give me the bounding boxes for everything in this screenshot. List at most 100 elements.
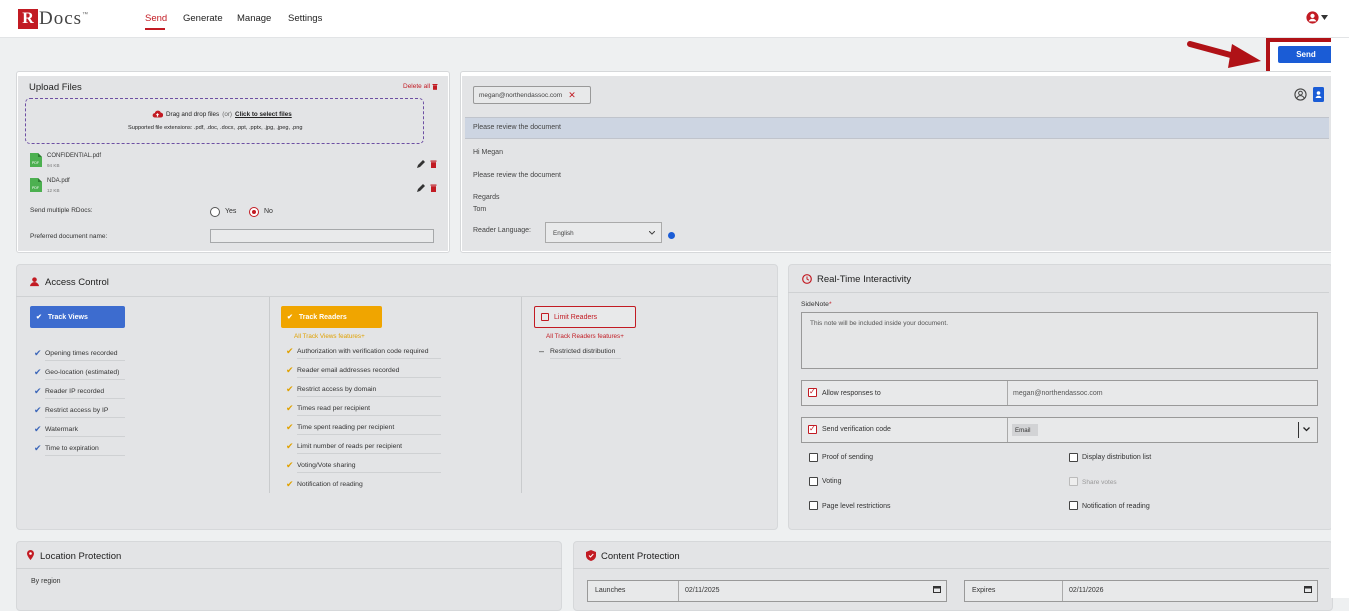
reader-language-select[interactable]: English (545, 222, 662, 243)
select-files-link[interactable]: Click to select files (235, 111, 292, 118)
check-icon: ✔ (286, 479, 294, 489)
check-icon: ✔ (34, 443, 42, 453)
limit-readers-sub: All Track Readers features+ (546, 333, 624, 340)
delete-all-label: Delete all (403, 83, 431, 90)
user-menu-button[interactable] (1306, 11, 1328, 24)
file-size: 12 KB (47, 188, 60, 193)
share-votes-label: Share votes (1082, 479, 1117, 486)
radio-yes[interactable] (210, 207, 220, 217)
logo-tm: ™ (82, 12, 89, 18)
address-book-icon[interactable] (1313, 87, 1324, 102)
expires-date[interactable]: 02/11/2026 (1069, 587, 1104, 594)
reader-language-value: English (553, 230, 574, 237)
nav-manage[interactable]: Manage (237, 13, 271, 24)
allow-responses-email[interactable]: megan@northendassoc.com (1013, 390, 1103, 397)
upload-title: Upload Files (29, 82, 82, 93)
allow-responses-checkbox[interactable]: ✓ (808, 387, 817, 397)
list-item: Authorization with verification code req… (297, 348, 441, 359)
cloud-upload-icon (152, 110, 163, 118)
nav-send[interactable]: Send (145, 13, 167, 24)
caret-down-icon (1321, 15, 1328, 20)
voting-checkbox[interactable] (809, 477, 818, 486)
launches-label: Launches (595, 587, 626, 594)
track-readers-label: Track Readers (298, 313, 347, 321)
nav-settings[interactable]: Settings (288, 13, 322, 24)
expires-label: Expires (972, 587, 996, 594)
check-icon: ✔ (34, 424, 42, 434)
column-divider (521, 297, 522, 493)
delete-file-icon[interactable] (430, 160, 437, 168)
track-readers-sub: All Track Views features+ (294, 333, 365, 340)
sidenote-placeholder: This note will be included inside your d… (810, 320, 949, 327)
edit-pencil-icon[interactable] (417, 160, 425, 168)
radio-no[interactable] (249, 207, 259, 217)
contacts-icon[interactable] (1294, 88, 1307, 101)
subject-field[interactable] (465, 117, 1329, 139)
proof-checkbox[interactable] (809, 453, 818, 462)
check-icon: ✔ (34, 348, 42, 358)
info-icon[interactable] (668, 232, 675, 239)
track-views-button[interactable]: ✔ Track Views (30, 306, 125, 328)
nav-active-underline (145, 28, 165, 30)
display-list-checkbox[interactable] (1069, 453, 1078, 462)
list-item: Restrict access by domain (297, 386, 441, 397)
divider (16, 568, 562, 569)
check-icon: ✔ (286, 403, 294, 413)
launches-date[interactable]: 02/11/2025 (685, 587, 720, 594)
send-multiple-label: Send multiple RDocs: (30, 207, 93, 214)
trash-icon (432, 84, 438, 90)
expires-row (964, 580, 1318, 602)
real-time-title: Real-Time Interactivity (817, 274, 912, 285)
delete-file-icon[interactable] (430, 184, 437, 192)
chevron-down-icon[interactable] (1303, 427, 1310, 432)
limit-readers-button[interactable]: Limit Readers (534, 306, 636, 328)
preferred-name-input[interactable] (210, 229, 434, 243)
calendar-icon[interactable] (933, 585, 941, 593)
recipient-email: megan@northendassoc.com (479, 91, 563, 99)
track-views-label: Track Views (47, 313, 88, 321)
logo-r: R (18, 9, 38, 29)
list-item: Time to expiration (45, 445, 125, 456)
calendar-icon[interactable] (1304, 585, 1312, 593)
limit-readers-label: Limit Readers (554, 313, 598, 321)
body-line: Hi Megan (473, 149, 503, 156)
check-icon: ✔ (286, 365, 294, 375)
edit-pencil-icon[interactable] (417, 184, 425, 192)
delete-all-button[interactable]: Delete all (403, 83, 438, 90)
list-item: Time spent reading per recipient (297, 424, 441, 435)
notification-checkbox[interactable] (1069, 501, 1078, 510)
by-region-label: By region (31, 578, 61, 585)
verification-checkbox[interactable]: ✓ (808, 424, 817, 434)
rdocs-logo[interactable]: R Docs ™ (18, 8, 88, 30)
page-level-checkbox[interactable] (809, 501, 818, 510)
remove-recipient-icon[interactable]: ✕ (568, 90, 576, 101)
list-item: Reader email addresses recorded (297, 367, 441, 378)
verification-method-value[interactable]: Email (1012, 424, 1038, 436)
right-edge-strip (1331, 38, 1349, 598)
list-item: Voting/Vote sharing (297, 462, 441, 473)
location-protection-title: Location Protection (40, 551, 122, 562)
required-asterisk: * (828, 301, 832, 308)
track-readers-button[interactable]: ✔ Track Readers (281, 306, 382, 328)
body-line: Regards (473, 194, 500, 201)
annotation-arrow-icon (1187, 41, 1261, 68)
check-icon: ✔ (34, 405, 42, 415)
radio-no-label: No (264, 208, 273, 215)
sidenote-textarea[interactable]: This note will be included inside your d… (801, 312, 1318, 369)
shield-icon (586, 550, 596, 561)
message-body[interactable]: Hi Megan Please review the document Rega… (465, 143, 1329, 213)
body-line: Please review the document (473, 172, 561, 179)
pdf-file-icon: PDF (30, 178, 42, 192)
allow-responses-label: Allow responses to (822, 390, 881, 397)
list-item: Watermark (45, 426, 125, 437)
logo-text: Docs (39, 8, 83, 29)
map-pin-icon (27, 550, 34, 560)
drop-text: Drag and drop files (166, 110, 220, 118)
recipient-chip[interactable]: megan@northendassoc.com ✕ (473, 86, 591, 104)
checkbox-icon (541, 313, 549, 321)
send-button[interactable]: Send (1278, 46, 1334, 63)
file-drop-zone[interactable] (25, 98, 424, 144)
share-votes-checkbox[interactable] (1069, 477, 1078, 486)
nav-generate[interactable]: Generate (183, 13, 223, 24)
check-icon: ✔ (286, 422, 294, 432)
